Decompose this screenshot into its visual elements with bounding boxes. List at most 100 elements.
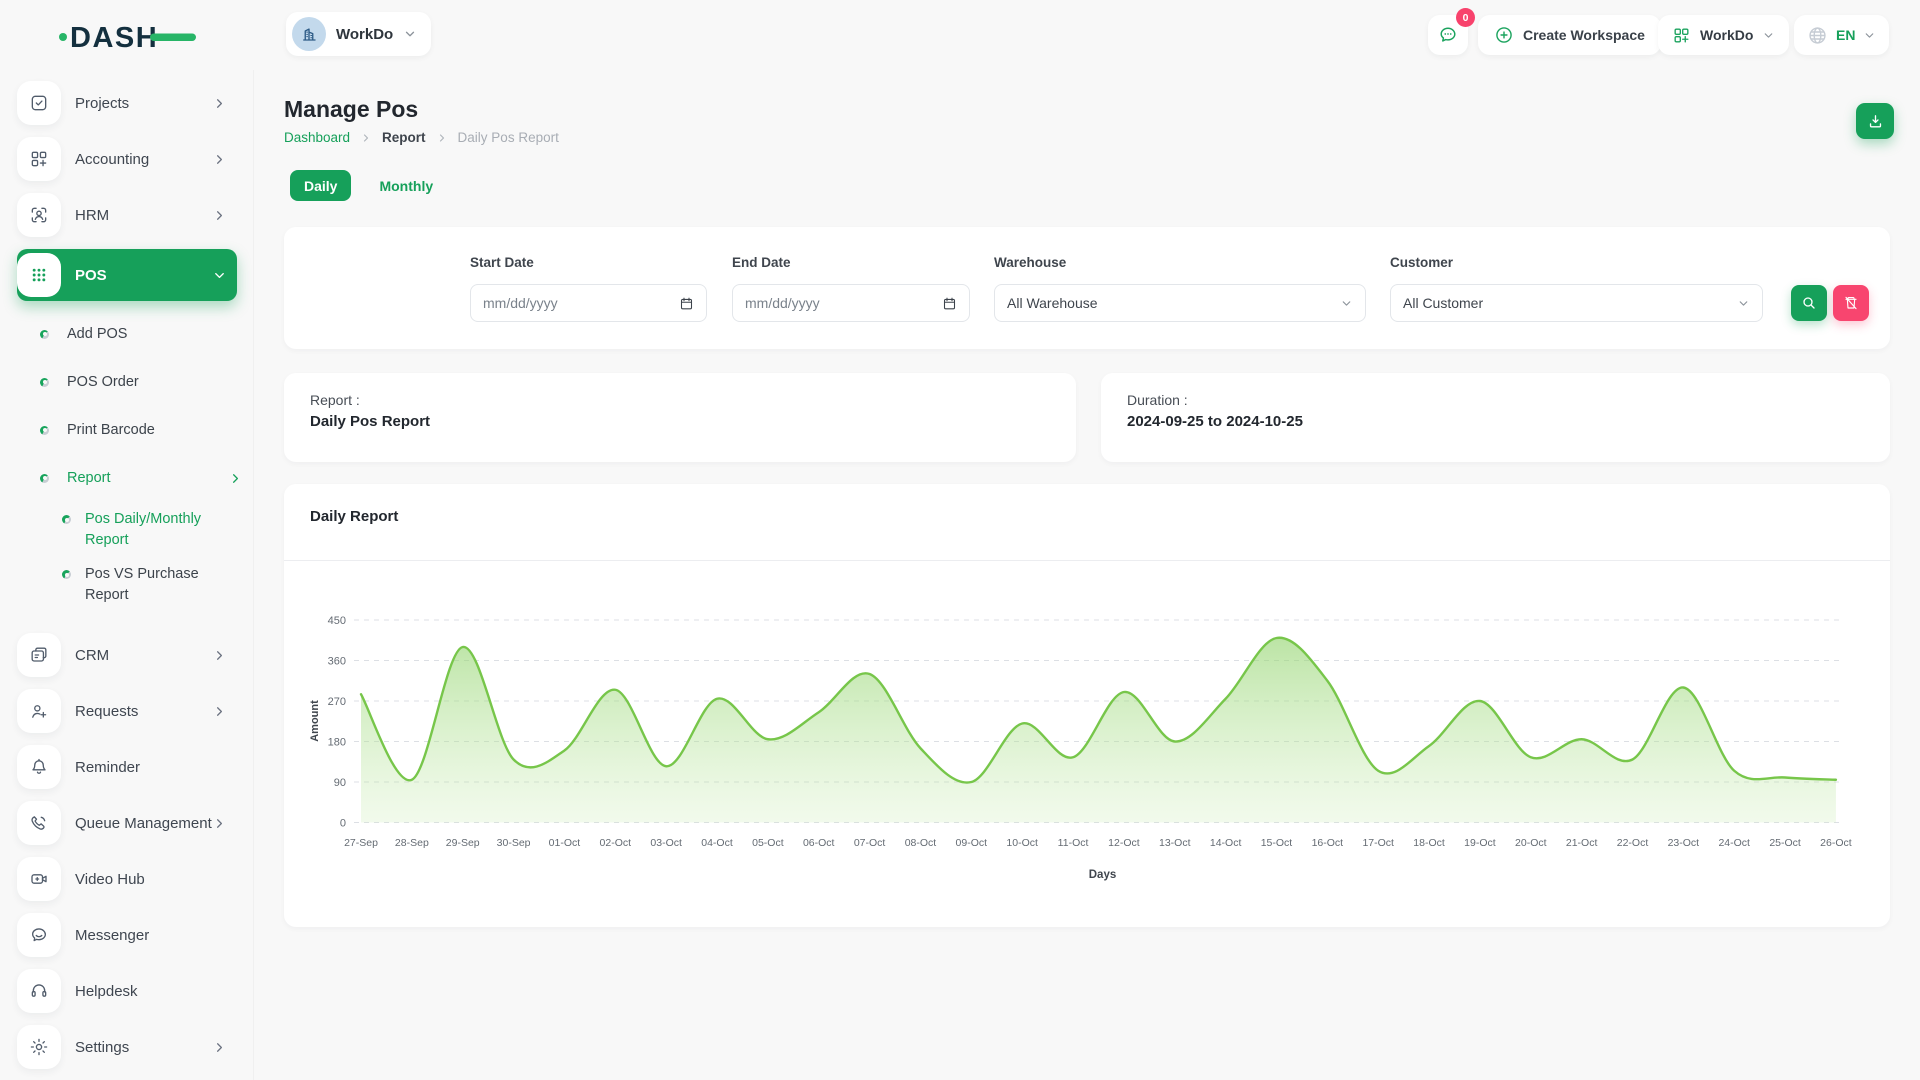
- page-title: Manage Pos: [284, 96, 418, 123]
- logo-dot: [59, 33, 67, 41]
- breadcrumb-report[interactable]: Report: [382, 130, 426, 145]
- sidebar-subitem-pos-order[interactable]: POS Order: [17, 365, 253, 399]
- tab-monthly[interactable]: Monthly: [379, 178, 433, 194]
- svg-text:03-Oct: 03-Oct: [650, 837, 682, 849]
- duration-value: 2024-09-25 to 2024-10-25: [1127, 413, 1864, 430]
- sidebar-item-messenger[interactable]: Messenger: [17, 913, 237, 957]
- create-workspace-label: Create Workspace: [1523, 27, 1645, 43]
- globe-icon: [1807, 25, 1828, 46]
- svg-text:06-Oct: 06-Oct: [803, 837, 835, 849]
- sidebar-item-label: Reminder: [75, 759, 140, 776]
- create-workspace-button[interactable]: Create Workspace: [1478, 15, 1661, 55]
- crm-icon: [17, 633, 61, 677]
- chevron-down-icon: [1762, 29, 1775, 42]
- chevron-right-icon: [360, 132, 372, 144]
- sidebar-subitem-report[interactable]: Report: [17, 461, 253, 495]
- svg-text:10-Oct: 10-Oct: [1006, 837, 1038, 849]
- svg-text:09-Oct: 09-Oct: [956, 837, 988, 849]
- svg-text:05-Oct: 05-Oct: [752, 837, 784, 849]
- projects-icon: [17, 81, 61, 125]
- sidebar-item-crm[interactable]: CRM: [17, 633, 237, 677]
- language-code: EN: [1836, 27, 1855, 43]
- svg-text:26-Oct: 26-Oct: [1820, 837, 1852, 849]
- sidebar-subitem-print-barcode[interactable]: Print Barcode: [17, 413, 253, 447]
- grid-plus-icon: [1672, 26, 1691, 45]
- sidebar-item-settings[interactable]: Settings: [17, 1025, 237, 1069]
- chevron-right-icon: [212, 704, 227, 719]
- sidebar-subitem-pos-daily-monthly-report[interactable]: Pos Daily/Monthly Report: [17, 509, 253, 551]
- sidebar-item-requests[interactable]: Requests: [17, 689, 237, 733]
- svg-text:11-Oct: 11-Oct: [1058, 837, 1089, 849]
- svg-text:21-Oct: 21-Oct: [1566, 837, 1598, 849]
- customer-select[interactable]: All Customer: [1390, 284, 1763, 322]
- logo[interactable]: DASH: [58, 18, 198, 54]
- sidebar-item-label: HRM: [75, 207, 109, 224]
- hrm-icon: [17, 193, 61, 237]
- svg-text:20-Oct: 20-Oct: [1515, 837, 1547, 849]
- chevron-down-icon: [212, 268, 227, 283]
- chat-icon: [1437, 24, 1459, 46]
- app-root: DASH WorkDo 0 Create Workspace: [0, 0, 1920, 1080]
- sidebar-item-pos[interactable]: POS: [17, 249, 237, 301]
- sidebar-item-queue-management[interactable]: Queue Management: [17, 801, 237, 845]
- logo-bar: [150, 34, 196, 42]
- svg-text:27-Sep: 27-Sep: [344, 837, 378, 849]
- search-icon: [1801, 295, 1817, 311]
- sidebar-item-hrm[interactable]: HRM: [17, 193, 237, 237]
- settings-icon: [17, 1025, 61, 1069]
- messages-button[interactable]: 0: [1428, 15, 1468, 55]
- language-selector[interactable]: EN: [1794, 15, 1889, 55]
- report-summary-card: Report : Daily Pos Report: [284, 373, 1076, 462]
- chevron-right-icon: [228, 471, 243, 486]
- svg-text:07-Oct: 07-Oct: [854, 837, 886, 849]
- svg-text:90: 90: [334, 777, 346, 789]
- svg-text:270: 270: [328, 696, 346, 708]
- chevron-right-icon: [212, 96, 227, 111]
- reset-filter-button[interactable]: [1833, 285, 1869, 321]
- end-date-input[interactable]: mm/dd/yyyy: [732, 284, 970, 322]
- reminder-icon: [17, 745, 61, 789]
- chevron-right-icon: [212, 816, 227, 831]
- helpdesk-icon: [17, 969, 61, 1013]
- svg-text:15-Oct: 15-Oct: [1261, 837, 1293, 849]
- sidebar-item-label: Projects: [75, 95, 129, 112]
- search-button[interactable]: [1791, 285, 1827, 321]
- video-icon: [17, 857, 61, 901]
- sidebar-subitem-label: Pos VS Purchase Report: [85, 564, 213, 606]
- sidebar-subitem-label: POS Order: [67, 374, 139, 390]
- svg-text:29-Sep: 29-Sep: [446, 837, 480, 849]
- sidebar-subitem-pos-vs-purchase-report[interactable]: Pos VS Purchase Report: [17, 564, 253, 606]
- app-switcher-button[interactable]: WorkDo: [1658, 15, 1789, 55]
- breadcrumb-dashboard[interactable]: Dashboard: [284, 130, 350, 145]
- sidebar-item-reminder[interactable]: Reminder: [17, 745, 237, 789]
- pos-icon: [17, 253, 61, 297]
- sidebar-item-label: CRM: [75, 647, 109, 664]
- workspace-avatar: [292, 17, 326, 51]
- sidebar-item-helpdesk[interactable]: Helpdesk: [17, 969, 237, 1013]
- chevron-down-icon: [1340, 297, 1353, 310]
- sidebar: Projects Accounting HRM POS Add POS POS Order…: [0, 70, 254, 1080]
- sidebar-item-projects[interactable]: Projects: [17, 81, 237, 125]
- export-button[interactable]: [1856, 103, 1894, 139]
- svg-text:22-Oct: 22-Oct: [1617, 837, 1649, 849]
- tab-daily[interactable]: Daily: [290, 170, 351, 201]
- download-icon: [1867, 113, 1884, 130]
- svg-text:25-Oct: 25-Oct: [1769, 837, 1801, 849]
- svg-text:01-Oct: 01-Oct: [549, 837, 581, 849]
- breadcrumb: Dashboard Report Daily Pos Report: [284, 130, 559, 145]
- topbar: DASH WorkDo 0 Create Workspace: [0, 0, 1920, 70]
- warehouse-select[interactable]: All Warehouse: [994, 284, 1366, 322]
- sidebar-item-label: Messenger: [75, 927, 149, 944]
- chevron-right-icon: [212, 1040, 227, 1055]
- start-date-input[interactable]: mm/dd/yyyy: [470, 284, 707, 322]
- workspace-selector[interactable]: WorkDo: [286, 12, 431, 56]
- svg-text:16-Oct: 16-Oct: [1312, 837, 1344, 849]
- chevron-right-icon: [212, 648, 227, 663]
- sidebar-subitem-add-pos[interactable]: Add POS: [17, 317, 253, 351]
- sidebar-item-accounting[interactable]: Accounting: [17, 137, 237, 181]
- queue-icon: [17, 801, 61, 845]
- sidebar-item-video-hub[interactable]: Video Hub: [17, 857, 237, 901]
- requests-icon: [17, 689, 61, 733]
- chevron-right-icon: [436, 132, 448, 144]
- chevron-down-icon: [1737, 297, 1750, 310]
